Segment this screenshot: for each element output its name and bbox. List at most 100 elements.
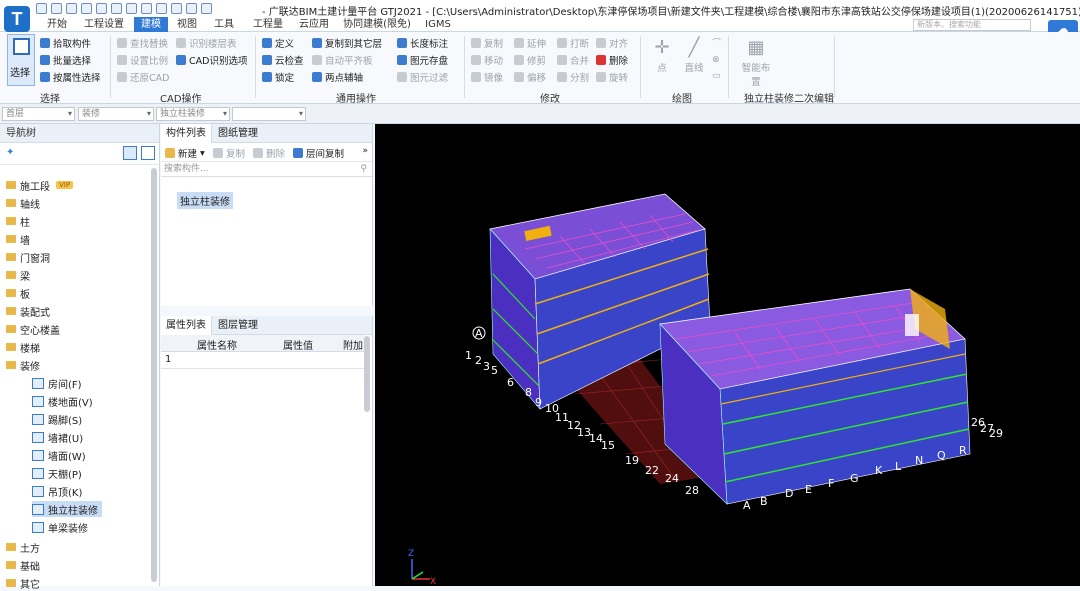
length-dim-button[interactable]: 长度标注 — [397, 36, 448, 50]
select-by-property-button[interactable]: 按属性选择 — [40, 70, 101, 84]
tab-igms[interactable]: IGMS — [420, 17, 456, 32]
tab-start[interactable]: 开始 — [40, 17, 74, 32]
smart-layout-button[interactable]: ▦ 智能布置 — [738, 36, 774, 88]
tab-property-list[interactable]: 属性列表 — [161, 316, 212, 335]
save-element-button[interactable]: 图元存盘 — [397, 53, 448, 67]
copy-button[interactable]: 复制 — [471, 36, 503, 50]
tab-cloud[interactable]: 云应用 — [294, 17, 334, 32]
tab-drawing-management[interactable]: 图纸管理 — [213, 124, 263, 143]
group-select-title[interactable]: 选择 — [40, 90, 60, 105]
report-icon[interactable] — [111, 3, 122, 14]
group-modify-title[interactable]: 修改 — [540, 90, 560, 105]
pick-component-button[interactable]: 拾取构件 — [40, 36, 91, 50]
lock-button[interactable]: 锁定 — [262, 70, 294, 84]
measure-icon[interactable] — [186, 3, 197, 14]
set-scale-button[interactable]: 设置比例 — [117, 53, 168, 67]
redo-icon[interactable] — [81, 3, 92, 14]
tree-door-window[interactable]: 门窗洞 — [6, 249, 50, 265]
delete-component-button[interactable]: 删除 — [253, 146, 285, 160]
group-draw-title[interactable]: 绘图 — [672, 90, 692, 105]
copy-between-floors-button[interactable]: 层间复制 — [293, 146, 344, 160]
offset-button[interactable]: 偏移 — [514, 70, 546, 84]
tree-column[interactable]: 柱 — [6, 213, 30, 229]
search-icon[interactable]: ⚲ — [360, 162, 367, 177]
tree-beam-decoration[interactable]: 单梁装修 — [32, 519, 92, 535]
edit-icon[interactable] — [171, 3, 182, 14]
view-icon[interactable] — [156, 3, 167, 14]
component-select[interactable] — [232, 107, 306, 121]
cad-options-button[interactable]: CAD识别选项 — [176, 53, 247, 67]
extend-button[interactable]: 延伸 — [514, 36, 546, 50]
detail-view-icon[interactable] — [141, 146, 155, 160]
search-input[interactable]: 新版本、搜索功能 — [913, 19, 1031, 31]
component-item-column-decoration[interactable]: 独立柱装修 — [177, 192, 233, 209]
tree-suspended-ceiling[interactable]: 吊顶(K) — [32, 483, 86, 499]
component-search-input[interactable]: 搜索构件... ⚲ — [161, 162, 372, 177]
group-common-title[interactable]: 通用操作 — [336, 90, 376, 105]
tree-axis[interactable]: 轴线 — [6, 195, 40, 211]
tab-component-list[interactable]: 构件列表 — [161, 124, 212, 143]
sum-icon[interactable] — [96, 3, 107, 14]
settings-icon[interactable] — [126, 3, 137, 14]
tree-wall[interactable]: 墙 — [6, 231, 30, 247]
property-scrollbar[interactable] — [364, 336, 370, 412]
tree-room[interactable]: 房间(F) — [32, 375, 86, 391]
identify-floor-table-button[interactable]: 识别楼层表 — [176, 36, 237, 50]
tree-floor-surface[interactable]: 楼地面(V) — [32, 393, 97, 409]
tab-modeling[interactable]: 建模 — [134, 17, 168, 32]
tree-prefab[interactable]: 装配式 — [6, 303, 50, 319]
new-component-button[interactable]: 新建 ▾ — [165, 146, 205, 160]
copy-to-layer-button[interactable]: 复制到其它层 — [312, 36, 382, 50]
tab-project-settings[interactable]: 工程设置 — [80, 17, 128, 32]
tab-view[interactable]: 视图 — [172, 17, 202, 32]
tree-other[interactable]: 其它 — [6, 575, 40, 591]
tree-construction-stage[interactable]: 施工段 VIP — [6, 177, 74, 193]
rotate-button[interactable]: 旋转 — [596, 70, 628, 84]
tab-layer-management[interactable]: 图层管理 — [213, 316, 263, 335]
nav-scrollbar[interactable] — [151, 168, 157, 582]
tab-collab[interactable]: 协同建模(限免) — [340, 17, 414, 32]
draw-point-button[interactable]: ✛ 点 — [650, 36, 674, 74]
tree-hollow-floor[interactable]: 空心楼盖 — [6, 321, 60, 337]
tree-foundation[interactable]: 基础 — [6, 557, 40, 573]
tree-beam[interactable]: 梁 — [6, 267, 30, 283]
export-icon[interactable] — [201, 3, 212, 14]
tree-skirting[interactable]: 踢脚(S) — [32, 411, 86, 427]
align-button[interactable]: 对齐 — [596, 36, 628, 50]
tab-tools[interactable]: 工具 — [208, 17, 240, 32]
draw-line-button[interactable]: ╱ 直线 — [682, 36, 706, 74]
add-icon[interactable]: ✦ — [6, 147, 14, 158]
cloud-check-button[interactable]: 云检查 — [262, 53, 304, 67]
draw-extra-icons[interactable]: ⌒ ⊗ ▭ — [712, 36, 724, 84]
floor-select[interactable]: 首层 — [2, 107, 75, 121]
copy-component-button[interactable]: 复制 — [213, 146, 245, 160]
list-view-icon[interactable] — [123, 146, 137, 160]
tree-earthwork[interactable]: 土方 — [6, 539, 40, 555]
move-button[interactable]: 移动 — [471, 53, 503, 67]
find-replace-button[interactable]: 查找替换 — [117, 36, 168, 50]
layer-icon[interactable] — [141, 3, 152, 14]
select-button[interactable]: 选择 — [7, 34, 35, 86]
3d-viewport[interactable]: A 12356 8 9 10 11 12 13 14 15 19 22 24 28 ABDEFGKL… — [375, 124, 1080, 586]
tree-stairs[interactable]: 楼梯 — [6, 339, 40, 355]
type-select[interactable]: 独立柱装修 — [156, 107, 230, 121]
tree-slab[interactable]: 板 — [6, 285, 30, 301]
quick-access-toolbar[interactable] — [36, 3, 212, 14]
break-button[interactable]: 打断 — [557, 36, 589, 50]
tab-quantity[interactable]: 工程量 — [248, 17, 288, 32]
tree-column-decoration[interactable]: 独立柱装修 — [32, 501, 102, 517]
two-point-axis-button[interactable]: 两点辅轴 — [312, 70, 363, 84]
define-button[interactable]: 定义 — [262, 36, 294, 50]
trim-button[interactable]: 修剪 — [514, 53, 546, 67]
group-cad-title[interactable]: CAD操作 — [160, 90, 202, 105]
category-select[interactable]: 装修 — [78, 107, 154, 121]
new-icon[interactable] — [51, 3, 62, 14]
undo-icon[interactable] — [66, 3, 77, 14]
app-logo-icon[interactable]: T — [4, 6, 30, 32]
table-row[interactable]: 1 — [161, 352, 365, 369]
delete-button[interactable]: 删除 — [596, 53, 628, 67]
restore-cad-button[interactable]: 还原CAD — [117, 70, 169, 84]
auto-level-slab-button[interactable]: 自动平齐板 — [312, 53, 373, 67]
tree-ceiling[interactable]: 天棚(P) — [32, 465, 86, 481]
tree-decoration[interactable]: 装修 — [6, 357, 40, 373]
